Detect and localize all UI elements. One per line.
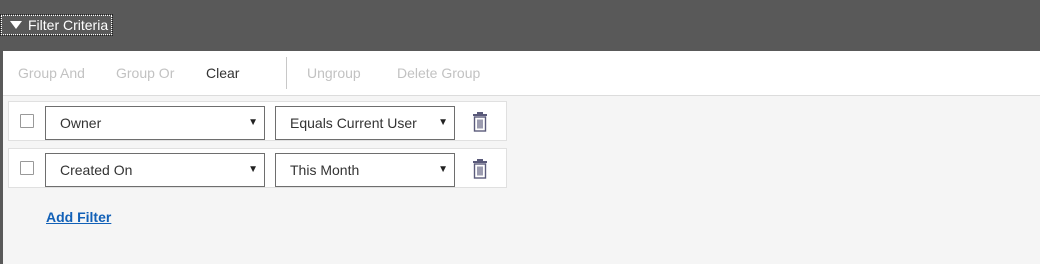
field-select[interactable]: Owner ▼	[45, 106, 265, 140]
filter-row: Created On ▼ This Month ▼	[8, 148, 507, 188]
field-select-value: Created On	[60, 162, 133, 178]
dropdown-arrow-icon: ▼	[248, 164, 258, 175]
operator-select[interactable]: This Month ▼	[275, 153, 455, 187]
filter-row-checkbox[interactable]	[20, 114, 34, 128]
dropdown-arrow-icon: ▼	[438, 164, 448, 175]
filter-toolbar: Group And Group Or Clear Ungroup Delete …	[3, 51, 1040, 96]
dropdown-arrow-icon: ▼	[248, 117, 258, 128]
add-filter-link[interactable]: Add Filter	[46, 209, 111, 225]
group-and-button[interactable]: Group And	[18, 51, 85, 95]
filter-row-checkbox[interactable]	[20, 161, 34, 175]
operator-select-value: This Month	[290, 162, 360, 178]
operator-select-value: Equals Current User	[290, 115, 417, 131]
delete-group-button[interactable]: Delete Group	[397, 51, 480, 95]
field-select-value: Owner	[60, 115, 102, 131]
filter-criteria-toggle[interactable]: Filter Criteria	[0, 14, 113, 36]
filter-criteria-title: Filter Criteria	[28, 17, 109, 33]
trash-icon[interactable]	[471, 112, 489, 132]
trash-icon[interactable]	[471, 159, 489, 179]
triangle-down-icon	[10, 21, 22, 29]
field-select[interactable]: Created On ▼	[45, 153, 265, 187]
ungroup-button[interactable]: Ungroup	[307, 51, 361, 95]
filter-row: Owner ▼ Equals Current User ▼	[8, 101, 507, 141]
dropdown-arrow-icon: ▼	[438, 117, 448, 128]
clear-button[interactable]: Clear	[206, 51, 239, 95]
toolbar-separator	[286, 57, 287, 89]
operator-select[interactable]: Equals Current User ▼	[275, 106, 455, 140]
group-or-button[interactable]: Group Or	[116, 51, 174, 95]
filter-criteria-header: Filter Criteria	[0, 0, 1040, 51]
